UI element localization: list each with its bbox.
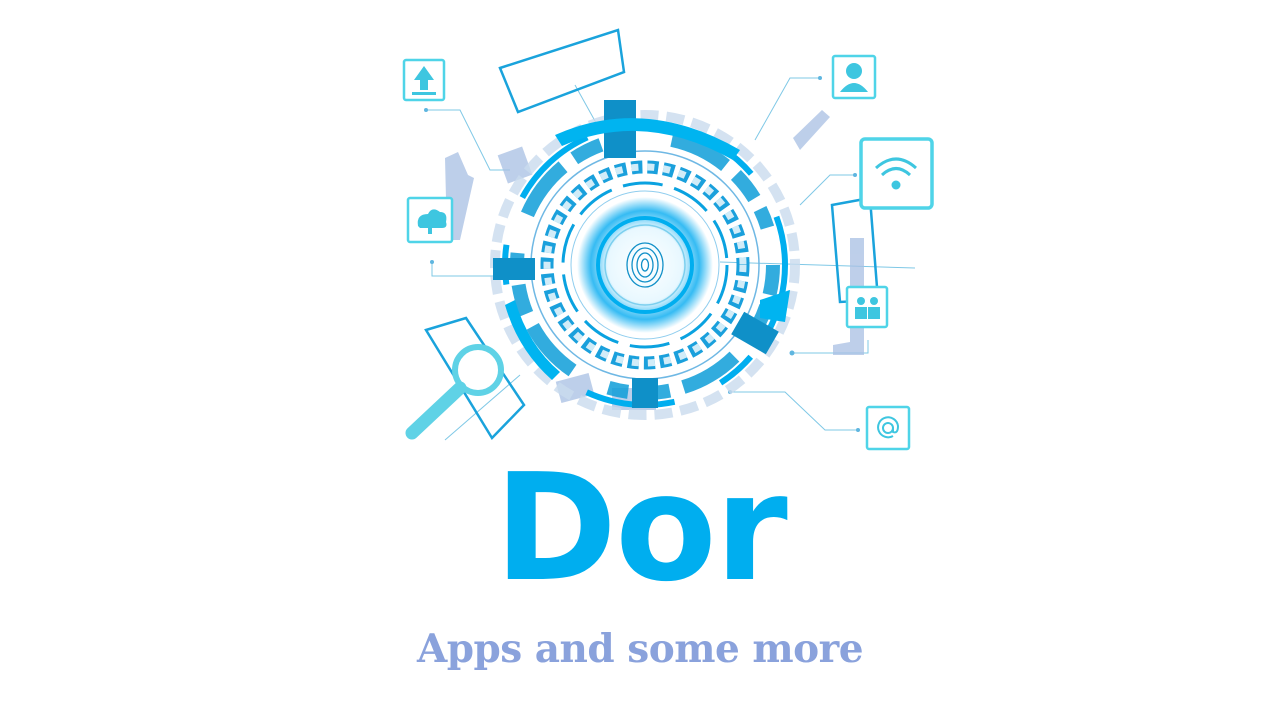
users-icon — [845, 285, 889, 329]
splash-screen: Dor Apps and some more — [0, 0, 1280, 720]
magnifier-icon — [405, 344, 504, 440]
app-tagline: Apps and some more — [416, 626, 864, 672]
cloud-icon — [406, 196, 454, 244]
wifi-icon — [859, 137, 934, 210]
hero-illustration — [402, 28, 934, 451]
at-sign-icon — [865, 405, 911, 451]
user-icon — [831, 54, 877, 100]
app-title: Dor — [494, 442, 788, 614]
upload-icon — [402, 58, 446, 102]
